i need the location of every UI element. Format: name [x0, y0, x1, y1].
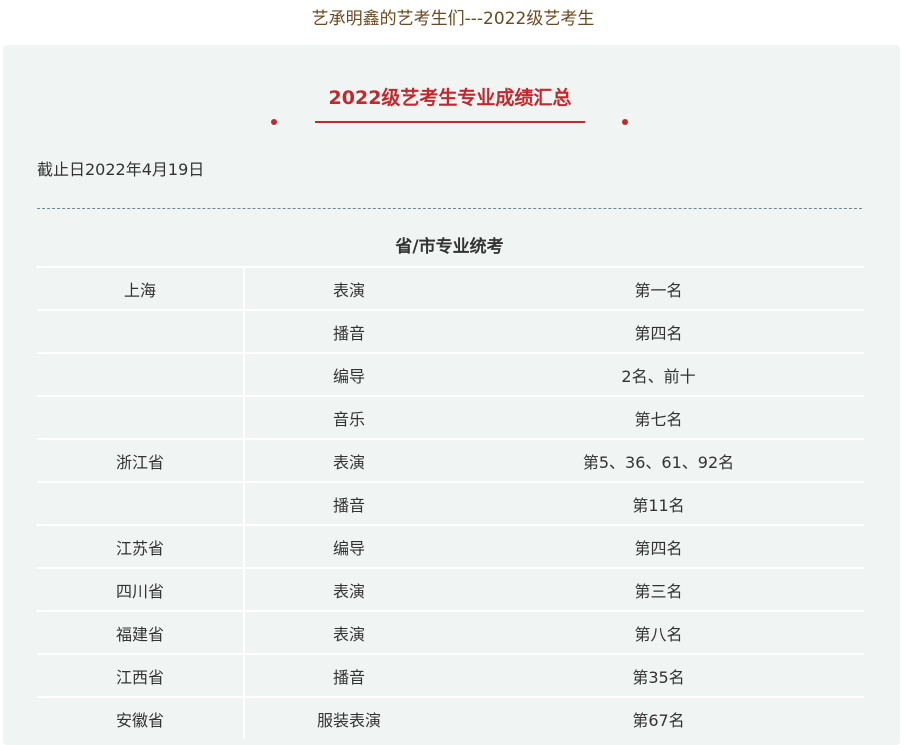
region-cell: 浙江省: [37, 438, 245, 482]
results-table: 上海 表演 第一名 播音 第四名 编导 2名、前十 音乐 第七名 浙江省 表演 …: [37, 266, 864, 739]
major-cell: 编导: [244, 524, 453, 568]
major-cell: 播音: [244, 481, 453, 525]
result-cell: 第八名: [453, 610, 864, 654]
article-heading: 2022级艺考生专业成绩汇总: [328, 87, 572, 109]
article-panel: 2022级艺考生专业成绩汇总 截止日2022年4月19日 省/市专业统考 上海 …: [3, 45, 900, 745]
result-cell: 第67名: [453, 696, 864, 739]
table-row: 播音 第四名: [37, 309, 864, 353]
dashed-divider: [37, 208, 862, 209]
table-row: 播音 第11名: [37, 481, 864, 525]
region-cell: 江西省: [37, 653, 245, 697]
result-cell: 2名、前十: [453, 352, 864, 396]
table-row: 福建省 表演 第八名: [37, 610, 864, 654]
section-title: 省/市专业统考: [395, 237, 504, 257]
table-row: 上海 表演 第一名: [37, 266, 864, 310]
major-cell: 表演: [244, 266, 453, 310]
region-cell: [37, 481, 245, 525]
region-cell: [37, 395, 245, 439]
table-row: 音乐 第七名: [37, 395, 864, 439]
page-title: 艺承明鑫的艺考生们---2022级艺考生: [311, 9, 595, 29]
result-cell: 第35名: [453, 653, 864, 697]
table-row: 安徽省 服装表演 第67名: [37, 696, 864, 739]
region-cell: 福建省: [37, 610, 245, 654]
major-cell: 编导: [244, 352, 453, 396]
cutoff-date: 截止日2022年4月19日: [37, 160, 205, 179]
decorative-dot-left: [271, 119, 277, 125]
major-cell: 服装表演: [244, 696, 453, 739]
result-cell: 第四名: [453, 524, 864, 568]
result-cell: 第11名: [453, 481, 864, 525]
article-heading-block: 2022级艺考生专业成绩汇总: [3, 83, 900, 127]
major-cell: 播音: [244, 309, 453, 353]
result-cell: 第5、36、61、92名: [453, 438, 864, 482]
major-cell: 表演: [244, 610, 453, 654]
major-cell: 表演: [244, 567, 453, 611]
region-cell: 安徽省: [37, 696, 245, 739]
result-cell: 第四名: [453, 309, 864, 353]
result-cell: 第七名: [453, 395, 864, 439]
table-row: 江西省 播音 第35名: [37, 653, 864, 697]
table-row: 江苏省 编导 第四名: [37, 524, 864, 568]
decorative-dot-right: [622, 119, 628, 125]
major-cell: 播音: [244, 653, 453, 697]
region-cell: 四川省: [37, 567, 245, 611]
table-row: 四川省 表演 第三名: [37, 567, 864, 611]
major-cell: 表演: [244, 438, 453, 482]
region-cell: [37, 352, 245, 396]
major-cell: 音乐: [244, 395, 453, 439]
table-row: 浙江省 表演 第5、36、61、92名: [37, 438, 864, 482]
heading-underline: [315, 121, 585, 123]
table-row: 编导 2名、前十: [37, 352, 864, 396]
region-cell: [37, 309, 245, 353]
result-cell: 第三名: [453, 567, 864, 611]
region-cell: 上海: [37, 266, 245, 310]
region-cell: 江苏省: [37, 524, 245, 568]
result-cell: 第一名: [453, 266, 864, 310]
